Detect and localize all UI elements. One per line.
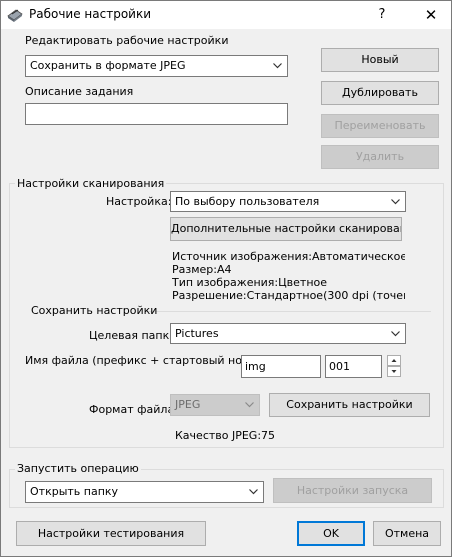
ok-button[interactable]: OK: [297, 521, 365, 546]
setting-label: Настройка:: [106, 195, 172, 208]
arrow-down-icon: [391, 370, 397, 373]
chevron-down-icon: [273, 63, 282, 69]
close-button[interactable]: ✕: [413, 1, 449, 29]
test-settings-button[interactable]: Настройки тестирования: [16, 521, 206, 546]
save-settings-divider: [145, 311, 431, 312]
work-settings-select[interactable]: Сохранить в формате JPEG: [25, 55, 288, 77]
delete-button[interactable]: Удалить: [321, 145, 439, 169]
target-folder-label: Целевая папка: [89, 329, 176, 342]
scan-info-size: Размер:A4: [172, 263, 232, 276]
jpeg-quality-text: Качество JPEG:75: [175, 429, 276, 442]
new-button[interactable]: Новый: [321, 48, 439, 72]
chevron-down-icon: [391, 198, 400, 204]
title-bar: Рабочие настройки ? ✕: [1, 1, 451, 29]
arrow-up-icon: [391, 359, 397, 362]
rename-button[interactable]: Переименовать: [321, 114, 439, 138]
chevron-down-icon: [391, 330, 400, 336]
window-title: Рабочие настройки: [29, 7, 152, 21]
spin-up-button[interactable]: [387, 355, 401, 366]
save-settings-heading: Сохранить настройки: [31, 304, 158, 317]
scanner-app-icon: [7, 9, 23, 22]
edit-settings-label: Редактировать рабочие настройки: [25, 34, 229, 47]
dialog-window: Рабочие настройки ? ✕ Редактировать рабо…: [0, 0, 452, 557]
run-operation-select[interactable]: Открыть папку: [25, 481, 264, 503]
description-input[interactable]: [25, 103, 288, 125]
description-label: Описание задания: [25, 85, 134, 98]
scan-info-resolution: Разрешение:Стандартное(300 dpi (точек на…: [172, 289, 405, 302]
file-format-select[interactable]: JPEG: [170, 394, 260, 416]
save-settings-button[interactable]: Сохранить настройки: [269, 393, 430, 417]
start-number-input[interactable]: 001: [325, 355, 382, 378]
setting-select[interactable]: По выбору пользователя: [170, 191, 406, 212]
launch-settings-button[interactable]: Настройки запуска: [273, 478, 432, 503]
run-operation-legend: Запустить операцию: [15, 462, 141, 475]
run-operation-value: Открыть папку: [30, 485, 119, 498]
chevron-down-icon: [249, 489, 258, 495]
file-format-label: Формат файла: [89, 403, 175, 416]
setting-value: По выбору пользователя: [175, 195, 320, 208]
chevron-down-icon: [245, 402, 254, 408]
work-settings-value: Сохранить в формате JPEG: [30, 59, 186, 72]
spin-down-button[interactable]: [387, 366, 401, 377]
scan-info-source: Источник изображения:Автоматическое опре: [172, 250, 405, 263]
help-button[interactable]: ?: [367, 1, 397, 29]
advanced-scan-settings-button[interactable]: Дополнительные настройки сканирования: [170, 217, 402, 241]
filename-label: Имя файла (префикс + стартовый номер): [25, 354, 269, 367]
file-format-value: JPEG: [175, 398, 201, 411]
target-folder-select[interactable]: Pictures: [170, 323, 406, 344]
target-folder-value: Pictures: [175, 327, 219, 340]
scan-info-image-type: Тип изображения:Цветное: [172, 276, 328, 289]
cancel-button[interactable]: Отмена: [373, 521, 441, 546]
duplicate-button[interactable]: Дублировать: [321, 81, 439, 105]
filename-prefix-input[interactable]: img: [241, 355, 321, 378]
scan-settings-legend: Настройки сканирования: [15, 177, 167, 190]
